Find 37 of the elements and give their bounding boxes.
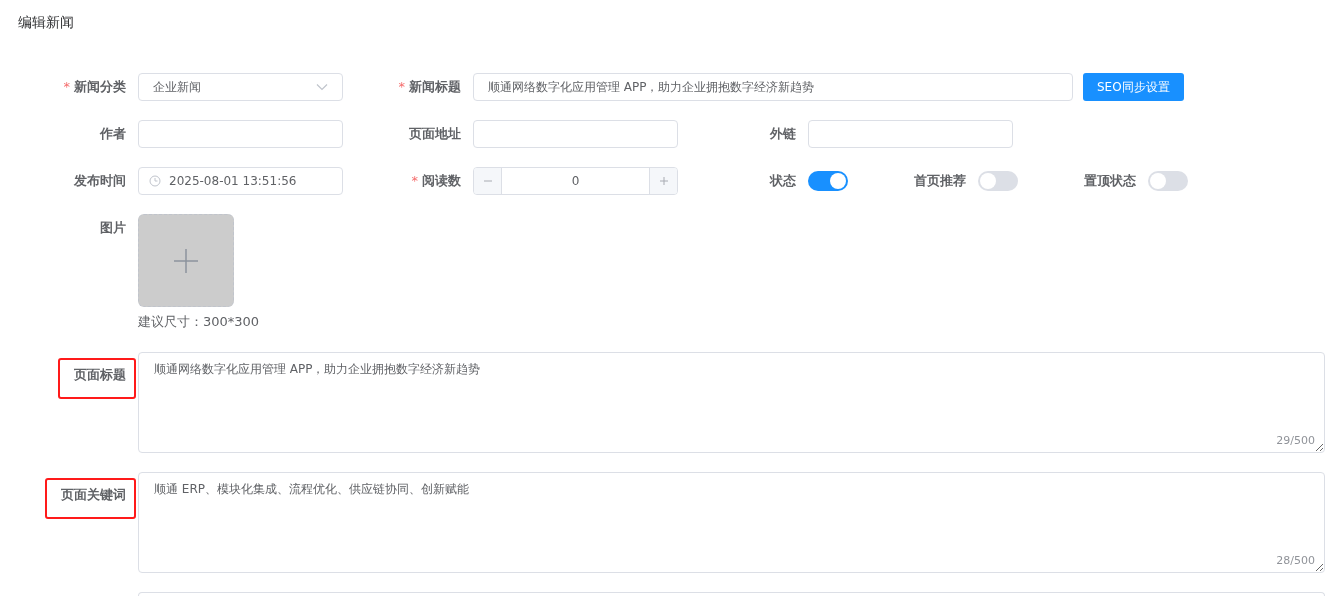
select-field[interactable]: 企业新闻 bbox=[138, 73, 343, 101]
input-field[interactable] bbox=[473, 120, 678, 148]
field-label: 图片 bbox=[100, 220, 126, 235]
field-label: 作者 bbox=[100, 126, 126, 142]
number-field[interactable]: 0 bbox=[473, 167, 678, 195]
field-label: 新闻分类 bbox=[74, 79, 126, 95]
increment-button[interactable] bbox=[649, 168, 677, 194]
toggle-switch[interactable] bbox=[978, 171, 1018, 191]
date-picker-field[interactable]: 2025-08-01 13:51:56 bbox=[138, 167, 343, 195]
toggle-switch[interactable] bbox=[808, 171, 848, 191]
field-label: 置顶状态 bbox=[1084, 173, 1136, 189]
plus-icon bbox=[658, 176, 669, 186]
required-mark: * bbox=[411, 173, 418, 189]
field-label: 阅读数 bbox=[422, 173, 461, 189]
chevron-down-icon bbox=[316, 83, 328, 91]
date-input[interactable]: 2025-08-01 13:51:56 bbox=[169, 172, 328, 190]
input-field[interactable] bbox=[138, 120, 343, 148]
field-label: 页面关键词 bbox=[45, 478, 136, 519]
field-label: 页面地址 bbox=[409, 126, 461, 142]
field-label: 新闻标题 bbox=[409, 79, 461, 95]
clock-icon bbox=[149, 175, 161, 187]
field-label: 状态 bbox=[770, 173, 796, 189]
field-label: 首页推荐 bbox=[914, 173, 966, 189]
plus-icon bbox=[173, 247, 199, 274]
image-upload-button[interactable] bbox=[138, 214, 234, 307]
required-mark: * bbox=[63, 79, 70, 95]
field-label: 发布时间 bbox=[74, 173, 126, 189]
field-label: 页面标题 bbox=[58, 358, 136, 399]
text-input[interactable]: 顺通网络数字化应用管理 APP，助力企业拥抱数字经济新趋势 bbox=[488, 78, 1058, 96]
input-field[interactable]: 顺通网络数字化应用管理 APP，助力企业拥抱数字经济新趋势 bbox=[473, 73, 1073, 101]
size-hint: 建议尺寸：300*300 bbox=[138, 313, 260, 330]
field-label: 外链 bbox=[770, 126, 796, 142]
decrement-button[interactable] bbox=[474, 168, 502, 194]
input-field[interactable] bbox=[808, 120, 1013, 148]
toggle-switch[interactable] bbox=[1148, 171, 1188, 191]
required-mark: * bbox=[398, 79, 405, 95]
page-title: 编辑新闻 bbox=[17, 13, 75, 32]
